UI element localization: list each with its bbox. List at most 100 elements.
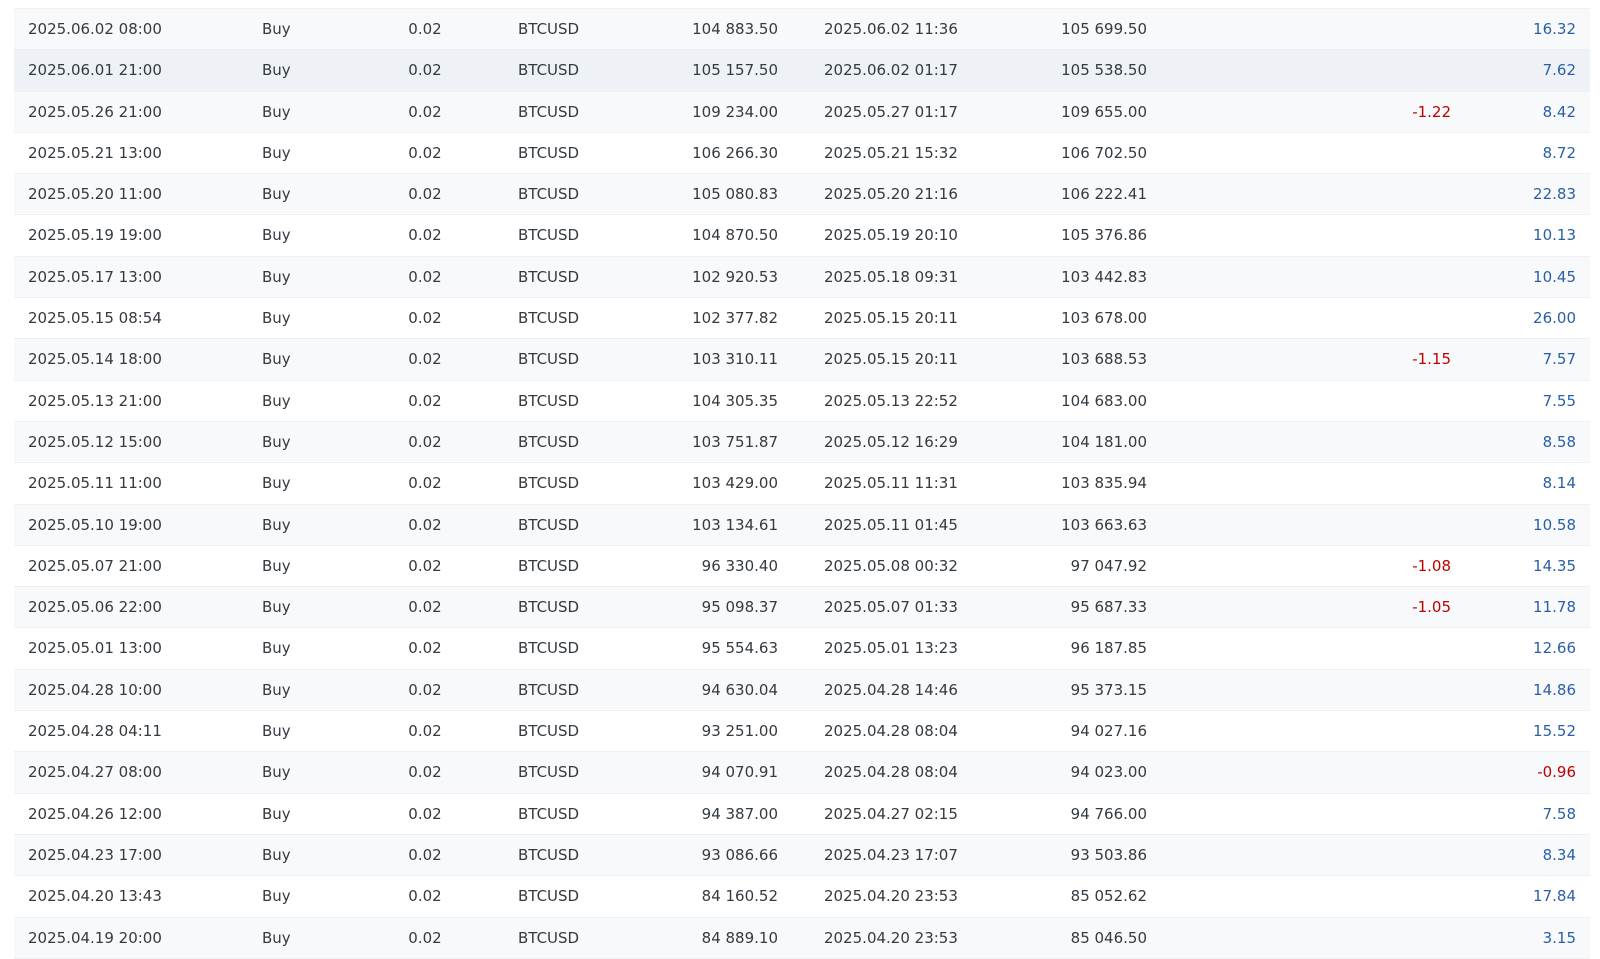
trade-type-cell: Buy [262, 226, 291, 245]
table-row[interactable]: 2025.05.12 15:00 Buy 0.02 BTCUSD 103 751.87 2… [14, 421, 1590, 464]
volume-cell: 0.02 [408, 350, 442, 369]
close-time-cell: 2025.04.27 02:15 [824, 804, 958, 823]
trade-type-cell: Buy [262, 432, 291, 451]
trade-type-cell: Buy [262, 928, 291, 947]
open-time-cell: 2025.05.17 13:00 [28, 267, 162, 286]
table-row[interactable]: 2025.06.02 08:00 Buy 0.02 BTCUSD 104 883.50 2… [14, 9, 1590, 51]
open-price-cell: 104 870.50 [692, 226, 778, 245]
close-price-cell: 94 766.00 [1070, 804, 1147, 823]
symbol-cell: BTCUSD [518, 391, 580, 410]
volume-cell: 0.02 [408, 887, 442, 906]
trade-type-cell: Buy [262, 722, 291, 741]
open-price-cell: 103 429.00 [692, 474, 778, 493]
profit-cell: 7.57 [1542, 350, 1576, 369]
table-row[interactable]: 2025.05.15 08:54 Buy 0.02 BTCUSD 102 377.82 2… [14, 298, 1590, 340]
table-row[interactable]: 2025.05.13 21:00 Buy 0.02 BTCUSD 104 305.35 2… [14, 380, 1590, 422]
close-time-cell: 2025.05.01 13:23 [824, 639, 958, 658]
table-row[interactable]: 2025.05.20 11:00 Buy 0.02 BTCUSD 105 080.83 2… [14, 174, 1590, 216]
volume-cell: 0.02 [408, 928, 442, 947]
open-time-cell: 2025.05.20 11:00 [28, 185, 162, 204]
swap-cell: -1.05 [1412, 598, 1451, 617]
profit-cell: 14.86 [1533, 680, 1576, 699]
open-price-cell: 102 377.82 [692, 309, 778, 328]
close-time-cell: 2025.04.20 23:53 [824, 887, 958, 906]
trade-type-cell: Buy [262, 350, 291, 369]
profit-cell: 7.55 [1542, 391, 1576, 410]
table-row[interactable]: 2025.04.19 20:00 Buy 0.02 BTCUSD 84 889.10 20… [14, 917, 1590, 959]
symbol-cell: BTCUSD [518, 61, 580, 80]
table-row[interactable]: 2025.05.06 22:00 Buy 0.02 BTCUSD 95 098.37 20… [14, 587, 1590, 629]
profit-cell: 16.32 [1533, 20, 1576, 38]
volume-cell: 0.02 [408, 845, 442, 864]
table-row[interactable]: 2025.04.28 04:11 Buy 0.02 BTCUSD 93 251.00 20… [14, 711, 1590, 753]
symbol-cell: BTCUSD [518, 515, 580, 534]
trade-type-cell: Buy [262, 267, 291, 286]
table-row[interactable]: 2025.05.26 21:00 Buy 0.02 BTCUSD 109 234.00 2… [14, 91, 1590, 133]
close-time-cell: 2025.05.19 20:10 [824, 226, 958, 245]
table-row[interactable]: 2025.05.21 13:00 Buy 0.02 BTCUSD 106 266.30 2… [14, 132, 1590, 175]
open-time-cell: 2025.05.21 13:00 [28, 143, 162, 162]
close-price-cell: 109 655.00 [1061, 102, 1147, 121]
open-time-cell: 2025.05.12 15:00 [28, 432, 162, 451]
profit-cell: 10.13 [1533, 226, 1576, 245]
volume-cell: 0.02 [408, 804, 442, 823]
table-row[interactable]: 2025.04.26 12:00 Buy 0.02 BTCUSD 94 387.00 20… [14, 793, 1590, 835]
table-row[interactable]: 2025.05.17 13:00 Buy 0.02 BTCUSD 102 920.53 2… [14, 256, 1590, 299]
volume-cell: 0.02 [408, 556, 442, 575]
symbol-cell: BTCUSD [518, 639, 580, 658]
close-price-cell: 103 688.53 [1061, 350, 1147, 369]
table-row[interactable]: 2025.05.14 18:00 Buy 0.02 BTCUSD 103 310.11 2… [14, 339, 1590, 381]
volume-cell: 0.02 [408, 639, 442, 658]
symbol-cell: BTCUSD [518, 556, 580, 575]
close-time-cell: 2025.05.13 22:52 [824, 391, 958, 410]
close-time-cell: 2025.05.27 01:17 [824, 102, 958, 121]
profit-cell: 8.72 [1542, 143, 1576, 162]
profit-cell: 26.00 [1533, 309, 1576, 328]
table-row[interactable]: 2025.05.07 21:00 Buy 0.02 BTCUSD 96 330.40 20… [14, 545, 1590, 588]
close-time-cell: 2025.05.15 20:11 [824, 309, 958, 328]
volume-cell: 0.02 [408, 722, 442, 741]
close-price-cell: 94 023.00 [1070, 763, 1147, 782]
close-time-cell: 2025.05.18 09:31 [824, 267, 958, 286]
trade-type-cell: Buy [262, 887, 291, 906]
open-time-cell: 2025.06.02 08:00 [28, 20, 162, 38]
table-row[interactable]: 2025.04.23 17:00 Buy 0.02 BTCUSD 93 086.66 20… [14, 834, 1590, 877]
open-price-cell: 103 310.11 [692, 350, 778, 369]
symbol-cell: BTCUSD [518, 887, 580, 906]
table-row[interactable]: 2025.06.01 21:00 Buy 0.02 BTCUSD 105 157.50 2… [14, 50, 1590, 92]
trade-type-cell: Buy [262, 680, 291, 699]
open-time-cell: 2025.05.13 21:00 [28, 391, 162, 410]
volume-cell: 0.02 [408, 432, 442, 451]
symbol-cell: BTCUSD [518, 432, 580, 451]
symbol-cell: BTCUSD [518, 928, 580, 947]
trade-type-cell: Buy [262, 845, 291, 864]
table-row[interactable]: 2025.05.11 11:00 Buy 0.02 BTCUSD 103 429.00 2… [14, 463, 1590, 505]
close-price-cell: 105 699.50 [1061, 20, 1147, 38]
table-row[interactable]: 2025.04.20 13:43 Buy 0.02 BTCUSD 84 160.52 20… [14, 876, 1590, 918]
symbol-cell: BTCUSD [518, 143, 580, 162]
close-price-cell: 85 046.50 [1070, 928, 1147, 947]
close-time-cell: 2025.04.20 23:53 [824, 928, 958, 947]
table-row[interactable]: 2025.04.28 10:00 Buy 0.02 BTCUSD 94 630.04 20… [14, 669, 1590, 712]
profit-cell: 11.78 [1533, 598, 1576, 617]
profit-cell: 3.15 [1542, 928, 1576, 947]
open-price-cell: 84 160.52 [701, 887, 778, 906]
open-price-cell: 104 883.50 [692, 20, 778, 38]
volume-cell: 0.02 [408, 474, 442, 493]
close-time-cell: 2025.04.28 08:04 [824, 763, 958, 782]
close-price-cell: 85 052.62 [1070, 887, 1147, 906]
table-row[interactable]: 2025.04.27 08:00 Buy 0.02 BTCUSD 94 070.91 20… [14, 752, 1590, 794]
close-price-cell: 104 683.00 [1061, 391, 1147, 410]
close-price-cell: 104 181.00 [1061, 432, 1147, 451]
volume-cell: 0.02 [408, 267, 442, 286]
close-price-cell: 106 702.50 [1061, 143, 1147, 162]
table-row[interactable]: 2025.05.19 19:00 Buy 0.02 BTCUSD 104 870.50 2… [14, 215, 1590, 257]
open-price-cell: 93 251.00 [701, 722, 778, 741]
close-price-cell: 103 442.83 [1061, 267, 1147, 286]
swap-cell: -1.22 [1412, 102, 1451, 121]
open-time-cell: 2025.04.20 13:43 [28, 887, 162, 906]
table-row[interactable]: 2025.05.01 13:00 Buy 0.02 BTCUSD 95 554.63 20… [14, 628, 1590, 670]
symbol-cell: BTCUSD [518, 722, 580, 741]
table-row[interactable]: 2025.05.10 19:00 Buy 0.02 BTCUSD 103 134.61 2… [14, 504, 1590, 546]
symbol-cell: BTCUSD [518, 226, 580, 245]
